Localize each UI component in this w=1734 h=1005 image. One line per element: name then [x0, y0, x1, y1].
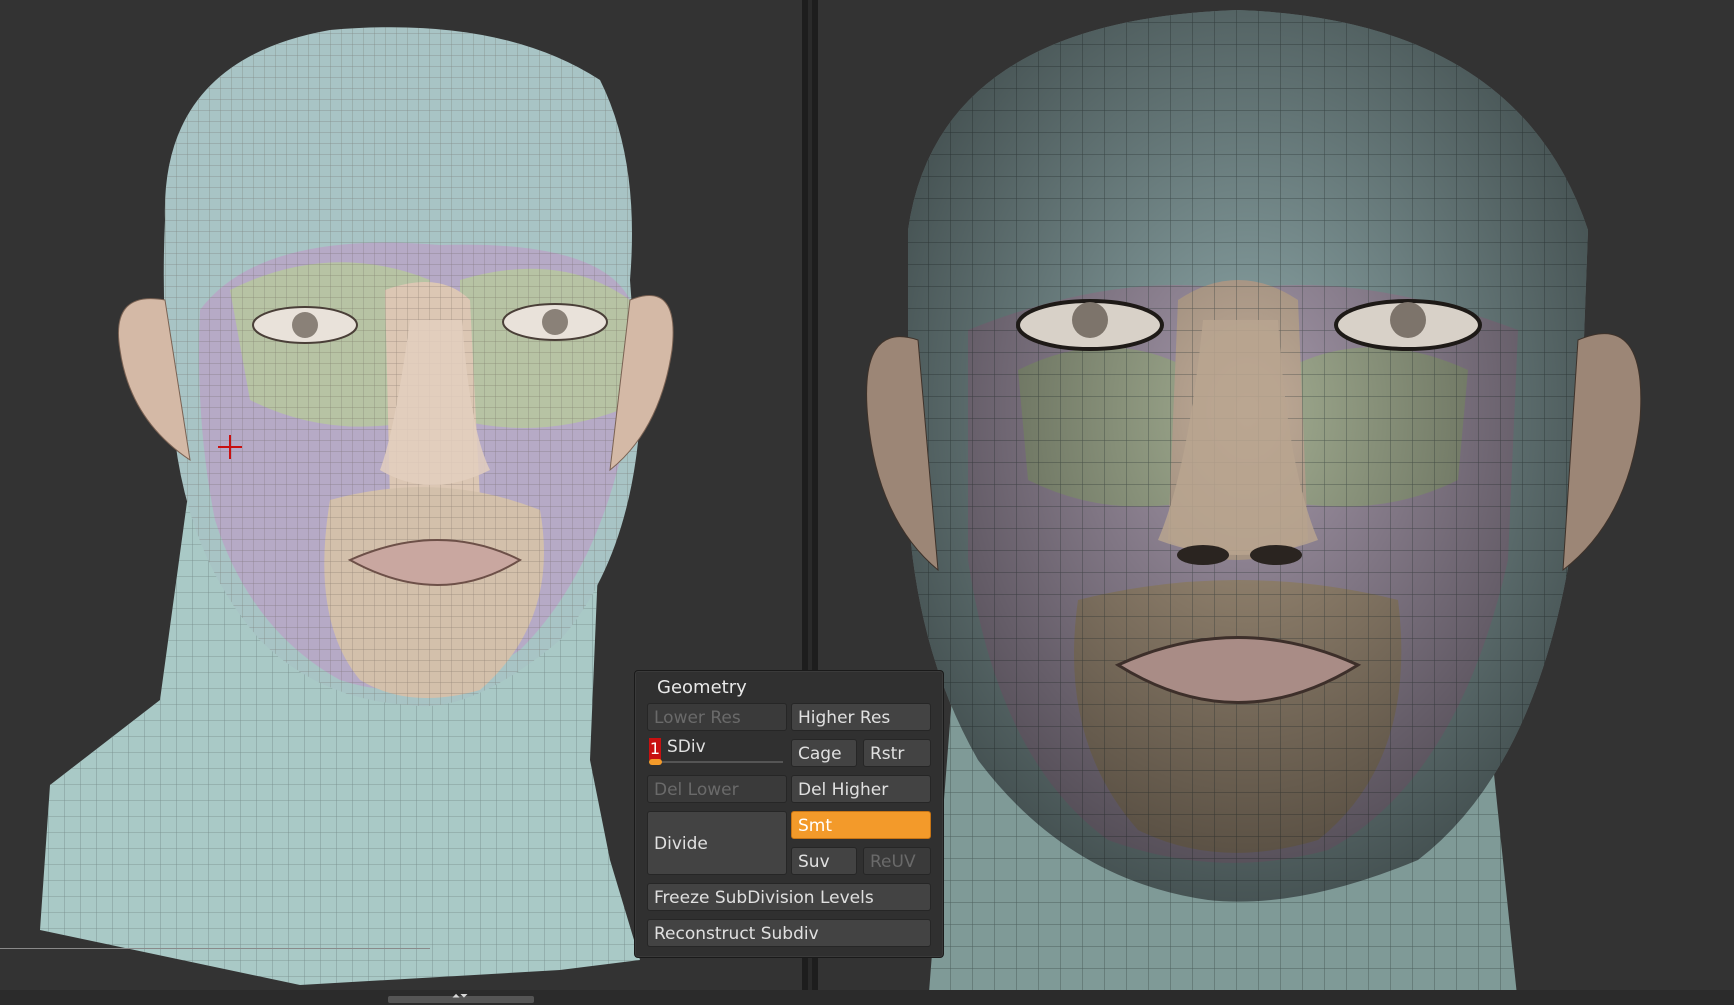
sdiv-slider[interactable]: 1 SDiv [647, 734, 787, 766]
divide-button[interactable]: Divide [647, 811, 787, 875]
higher-res-button[interactable]: Higher Res [791, 703, 931, 731]
panel-title[interactable]: Geometry [657, 677, 747, 698]
del-lower-button[interactable]: Del Lower [647, 775, 787, 803]
del-higher-button[interactable]: Del Higher [791, 775, 931, 803]
sdiv-fill [649, 759, 662, 765]
smt-toggle[interactable]: Smt [791, 811, 931, 839]
sdiv-label: SDiv [667, 737, 706, 757]
rstr-button[interactable]: Rstr [863, 739, 931, 767]
geometry-panel: Geometry Lower Res Higher Res 1 SDiv Cag… [634, 670, 944, 958]
right-head-model[interactable] [818, 0, 1734, 1005]
bottom-tray [0, 990, 1734, 1005]
sdiv-value: 1 [649, 738, 661, 760]
right-viewport[interactable] [818, 0, 1734, 1005]
grid-floor-line [0, 948, 430, 949]
lower-res-button[interactable]: Lower Res [647, 703, 787, 731]
cage-button[interactable]: Cage [791, 739, 857, 767]
updown-arrows-icon[interactable]: ⏶⏷ [446, 990, 474, 1004]
freeze-subdivision-levels-button[interactable]: Freeze SubDivision Levels [647, 883, 931, 911]
reconstruct-subdiv-button[interactable]: Reconstruct Subdiv [647, 919, 931, 947]
reuv-toggle[interactable]: ReUV [863, 847, 931, 875]
suv-toggle[interactable]: Suv [791, 847, 857, 875]
sdiv-track [649, 761, 783, 763]
